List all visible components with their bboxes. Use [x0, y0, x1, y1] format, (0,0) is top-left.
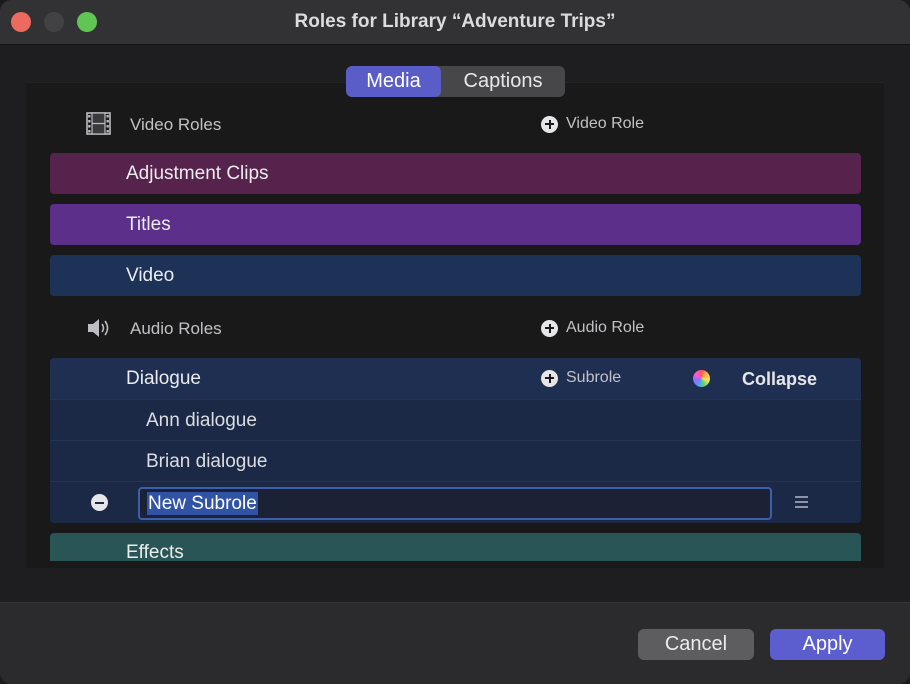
add-circle-icon — [541, 370, 558, 387]
role-effects[interactable]: Effects — [50, 533, 861, 561]
audio-roles-heading: Audio Roles — [130, 319, 222, 339]
add-audio-role-button[interactable]: Audio Role — [541, 319, 644, 337]
role-dialogue[interactable]: Dialogue Subrole Collapse — [50, 358, 861, 399]
collapse-button[interactable]: Collapse — [742, 369, 817, 390]
tab-media[interactable]: Media — [346, 66, 441, 97]
video-roles-heading: Video Roles — [130, 115, 221, 135]
remove-subrole-button[interactable] — [91, 494, 108, 511]
role-label: Adjustment Clips — [126, 163, 269, 185]
subrole-name-input[interactable]: New Subrole — [138, 487, 772, 520]
roles-dialog-window: Roles for Library “Adventure Trips” Medi… — [0, 0, 910, 684]
role-video[interactable]: Video — [50, 255, 861, 296]
media-captions-segmented-control: Media Captions — [346, 66, 565, 97]
film-icon — [86, 112, 111, 135]
add-video-role-label: Video Role — [566, 115, 644, 133]
tab-captions[interactable]: Captions — [441, 66, 565, 97]
subrole-name-selected-text: New Subrole — [147, 492, 258, 515]
role-label: Video — [126, 265, 174, 287]
subrole-label: Brian dialogue — [146, 451, 267, 473]
subrole-label: Ann dialogue — [146, 410, 257, 432]
role-adjustment-clips[interactable]: Adjustment Clips — [50, 153, 861, 194]
title-bar: Roles for Library “Adventure Trips” — [0, 0, 910, 45]
subrole-row[interactable]: Ann dialogue — [50, 399, 861, 441]
role-titles[interactable]: Titles — [50, 204, 861, 245]
role-label: Dialogue — [126, 368, 201, 390]
dialog-footer: Cancel Apply — [0, 602, 910, 684]
add-subrole-button[interactable]: Subrole — [541, 369, 621, 387]
drag-handle-icon[interactable] — [795, 496, 808, 511]
add-video-role-button[interactable]: Video Role — [541, 115, 644, 133]
add-circle-icon — [541, 116, 558, 133]
apply-button[interactable]: Apply — [770, 629, 885, 660]
dialogue-role-group: Dialogue Subrole Collapse Ann dialogue B… — [50, 358, 861, 523]
add-subrole-label: Subrole — [566, 369, 621, 387]
speaker-icon — [86, 317, 112, 339]
subrole-row[interactable]: Brian dialogue — [50, 440, 861, 482]
role-label: Titles — [126, 214, 171, 236]
color-picker-icon[interactable] — [693, 370, 710, 387]
role-label: Effects — [126, 542, 184, 561]
new-subrole-row: New Subrole — [50, 481, 861, 523]
cancel-button[interactable]: Cancel — [638, 629, 754, 660]
add-circle-icon — [541, 320, 558, 337]
add-audio-role-label: Audio Role — [566, 319, 644, 337]
window-title: Roles for Library “Adventure Trips” — [0, 11, 910, 33]
